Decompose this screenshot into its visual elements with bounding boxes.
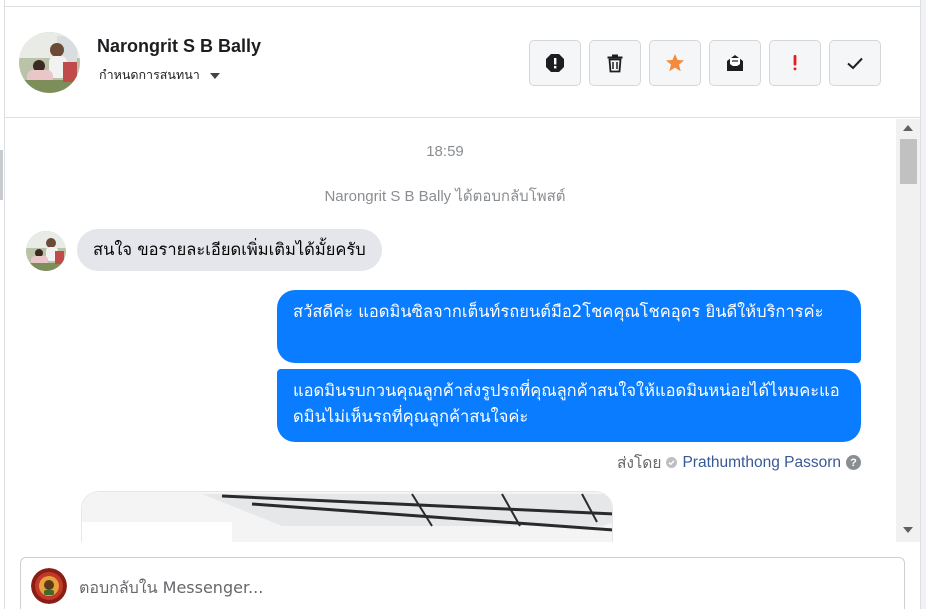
scroll-down-arrow-icon[interactable] <box>903 527 913 533</box>
envelope-open-icon <box>727 55 743 71</box>
reply-composer <box>20 557 905 609</box>
conversation-label-dropdown[interactable]: กำหนดการสนทนา <box>99 65 220 85</box>
message-thread[interactable]: 18:59 Narongrit S B Bally ได้ตอบกลับโพสต… <box>5 119 920 542</box>
mark-unread-button[interactable] <box>709 40 761 86</box>
reply-to-post-note: Narongrit S B Bally ได้ตอบกลับโพสต์ <box>324 188 566 205</box>
verified-check-icon <box>666 457 678 468</box>
incoming-message-bubble[interactable]: สนใจ ขอรายละเอียดเพิ่มเติมได้มั้ยครับ <box>77 229 382 271</box>
right-rail <box>920 0 926 609</box>
star-icon <box>666 54 684 72</box>
exclamation-icon <box>793 55 797 71</box>
contact-avatar[interactable] <box>19 32 80 93</box>
caret-down-icon <box>209 73 220 79</box>
checkmark-icon <box>847 57 863 70</box>
scroll-up-arrow-icon[interactable] <box>903 125 913 131</box>
outgoing-message-bubble[interactable]: สวัสดีค่ะ แอดมินซิลจากเต็นท์รถยนต์มือ2โช… <box>277 290 861 363</box>
mark-done-button[interactable] <box>829 40 881 86</box>
help-icon[interactable]: ? <box>846 455 861 470</box>
sender-avatar[interactable] <box>26 231 66 271</box>
exclamation-octagon-icon <box>546 54 564 72</box>
message-timestamp: 18:59 <box>426 143 464 160</box>
follow-up-button[interactable] <box>769 40 821 86</box>
spam-button[interactable] <box>529 40 581 86</box>
outgoing-message-bubble[interactable]: แอดมินรบกวนคุณลูกค้าส่งรูปรถที่คุณลูกค้า… <box>277 369 861 442</box>
sent-by-row: ส่งโดย Prathumthong Passorn ? <box>617 450 861 475</box>
delete-button[interactable] <box>589 40 641 86</box>
reply-input[interactable] <box>79 572 879 602</box>
attached-photo[interactable] <box>81 491 613 542</box>
sent-by-label: ส่งโดย <box>616 455 662 472</box>
star-button[interactable] <box>649 40 701 86</box>
contact-name[interactable]: Narongrit S B Bally <box>97 36 261 57</box>
conversation-header: Narongrit S B Bally กำหนดการสนทนา <box>5 6 920 118</box>
scroll-thumb[interactable] <box>900 139 917 184</box>
page-avatar <box>31 568 67 604</box>
conversation-label-text: กำหนดการสนทนา <box>99 67 200 82</box>
thread-scrollbar[interactable] <box>896 119 920 542</box>
sender-name-link[interactable]: Prathumthong Passorn <box>682 454 841 472</box>
trash-icon <box>607 54 623 73</box>
conversation-toolbar <box>529 40 881 86</box>
rail-scroll-mark <box>0 150 3 200</box>
